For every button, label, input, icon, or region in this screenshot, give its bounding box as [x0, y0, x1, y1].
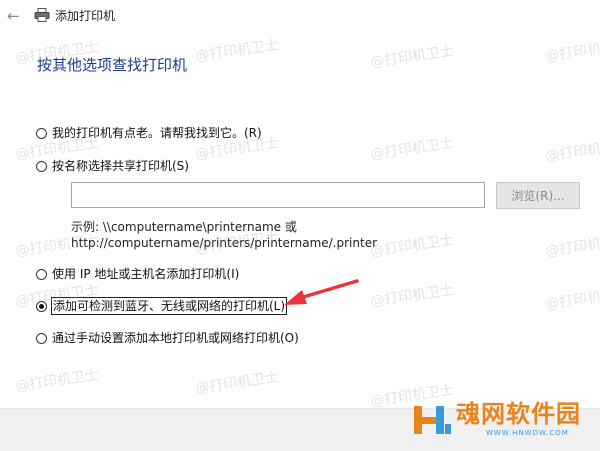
option-shared-printer-label: 按名称选择共享打印机(S)	[52, 159, 189, 173]
watermark: @打印机卫士	[369, 135, 455, 163]
option-ip-address[interactable]: 使用 IP 地址或主机名添加打印机(I)	[36, 266, 239, 282]
logo-name: 魂网软件园	[456, 400, 581, 428]
printer-icon	[34, 8, 50, 22]
shared-printer-name-input[interactable]	[71, 182, 485, 208]
page-heading: 按其他选项查找打印机	[37, 56, 188, 74]
watermark: @打印机卫士	[14, 367, 100, 395]
site-logo: 魂网软件园 WWW.HNWDW.COM	[404, 396, 594, 444]
option-bluetooth-network-label: 添加可检测到蓝牙、无线或网络的打印机(L)	[50, 297, 288, 315]
watermark: @打印机卫士	[194, 37, 280, 65]
title-bar: ← 添加打印机	[0, 0, 600, 34]
back-arrow-icon[interactable]: ←	[7, 7, 20, 25]
radio-old-printer[interactable]	[36, 127, 47, 139]
radio-shared-printer[interactable]	[36, 160, 47, 172]
watermark: @打印机卫士	[544, 137, 600, 165]
option-old-printer-label: 我的打印机有点老。请帮我找到它。(R)	[52, 126, 262, 140]
option-bluetooth-network[interactable]: 添加可检测到蓝牙、无线或网络的打印机(L)	[36, 297, 288, 315]
example-line-1: 示例: \\computername\printername 或	[71, 220, 297, 234]
option-shared-printer[interactable]: 按名称选择共享打印机(S)	[36, 158, 189, 174]
watermark: @打印机卫士	[544, 285, 600, 313]
option-ip-address-label: 使用 IP 地址或主机名添加打印机(I)	[52, 267, 240, 281]
browse-button[interactable]: 浏览(R)...	[496, 182, 580, 209]
watermark: @打印机卫士	[544, 37, 600, 65]
annotation-arrow-icon	[284, 279, 359, 305]
window-title: 添加打印机	[55, 9, 116, 23]
watermark: @打印机卫士	[194, 369, 280, 397]
watermark: @打印机卫士	[369, 232, 455, 260]
watermark: @打印机卫士	[544, 232, 600, 260]
watermark: @打印机卫士	[369, 43, 455, 71]
watermark: @打印机卫士	[369, 282, 455, 310]
option-old-printer[interactable]: 我的打印机有点老。请帮我找到它。(R)	[36, 125, 262, 141]
example-text: 示例: \\computername\printername 或 http://…	[71, 219, 377, 251]
radio-manual-setup[interactable]	[36, 332, 47, 344]
radio-bluetooth-network[interactable]	[36, 300, 47, 312]
option-manual-setup[interactable]: 通过手动设置添加本地打印机或网络打印机(O)	[36, 330, 299, 346]
radio-ip-address[interactable]	[36, 268, 47, 280]
logo-mark-icon	[414, 406, 451, 434]
option-manual-setup-label: 通过手动设置添加本地打印机或网络打印机(O)	[52, 331, 299, 345]
example-line-2: http://computername/printers/printername…	[71, 236, 378, 250]
logo-url: WWW.HNWDW.COM	[486, 429, 569, 437]
